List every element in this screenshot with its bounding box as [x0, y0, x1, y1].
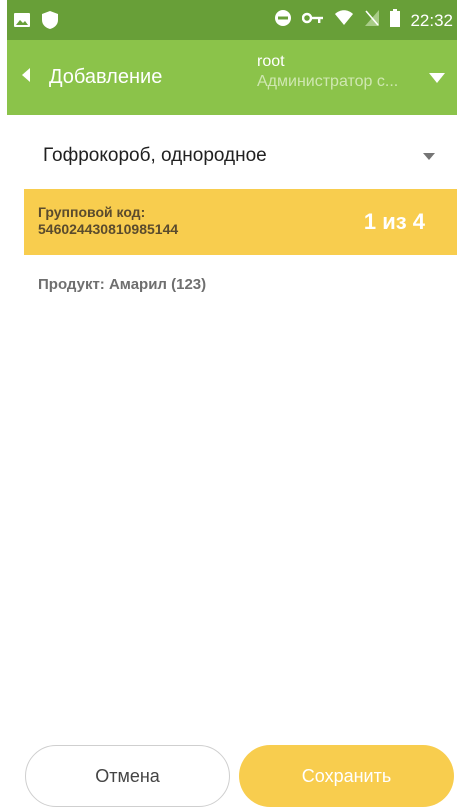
save-button[interactable]: Сохранить [239, 745, 454, 807]
shield-icon [41, 10, 59, 35]
user-menu-dropdown-icon[interactable] [429, 70, 445, 88]
group-code-counter: 1 из 4 [363, 209, 425, 234]
group-code-banner: Групповой код: 546024430810985144 1 из 4 [24, 189, 457, 255]
group-code-value: 546024430810985144 [38, 221, 179, 237]
group-code-info: Групповой код: 546024430810985144 [38, 204, 178, 238]
user-info[interactable]: root Администратор с... [257, 53, 422, 91]
wifi-icon [334, 10, 354, 31]
chevron-down-icon [423, 147, 435, 165]
do-not-disturb-icon [274, 9, 292, 32]
status-time: 22:32 [410, 10, 453, 30]
app-bar: Добавление root Администратор с... [7, 40, 457, 115]
vpn-key-icon [302, 11, 324, 30]
image-notification-icon [13, 11, 31, 34]
product-label: Продукт: Амарил (123) [38, 276, 207, 293]
cancel-button[interactable]: Отмена [25, 745, 230, 807]
app-screen: 22:32 Добавление root Администратор с...… [7, 0, 457, 812]
status-bar: 22:32 [7, 0, 457, 40]
back-arrow-icon [21, 67, 31, 88]
no-sim-icon [364, 9, 380, 32]
back-button[interactable]: Добавление [21, 60, 162, 94]
package-type-select[interactable]: Гофрокороб, однородное [27, 134, 439, 178]
group-code-label: Групповой код: [38, 204, 146, 220]
screen-title: Добавление [49, 65, 163, 88]
user-name: root [257, 53, 285, 70]
battery-icon [390, 9, 401, 32]
user-role: Администратор с... [257, 73, 399, 90]
package-type-value: Гофрокороб, однородное [43, 145, 267, 166]
